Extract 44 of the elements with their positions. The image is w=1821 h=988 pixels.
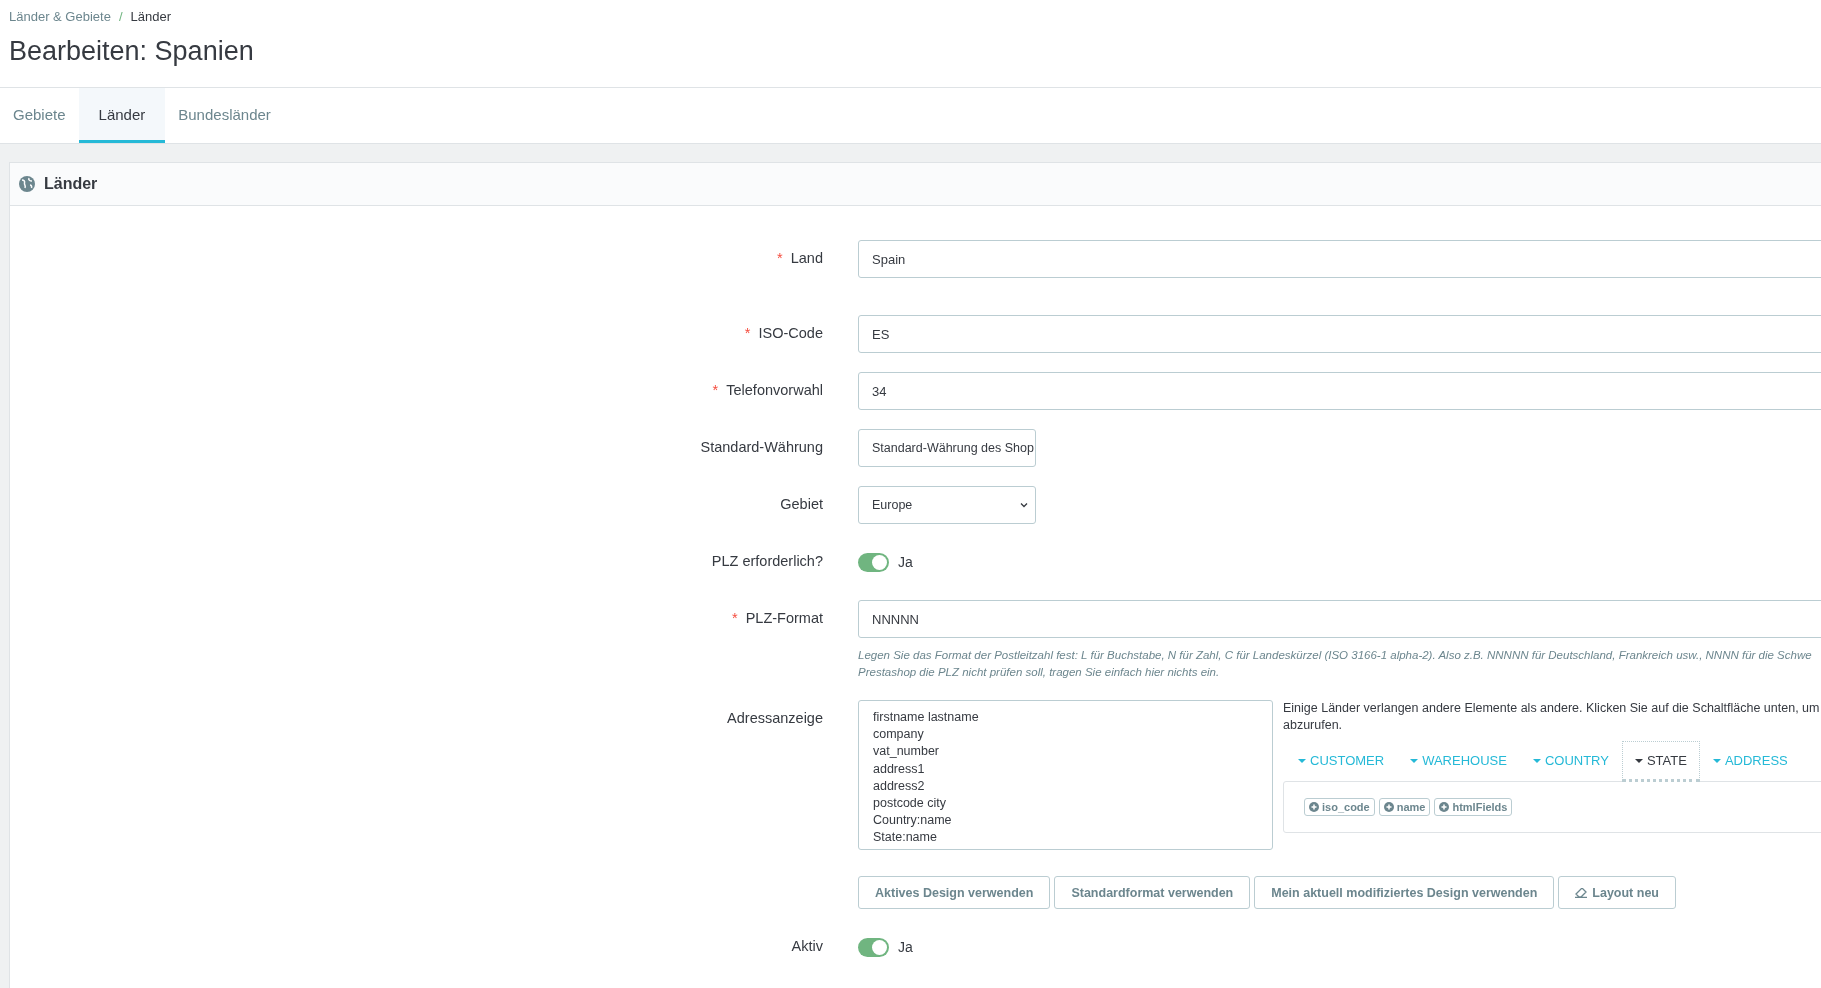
- address-format-field[interactable]: firstname lastname company vat_number address1 address2 postcode city Country:name State:name: [858, 700, 1273, 850]
- layout-button[interactable]: Layout neu: [1558, 876, 1676, 909]
- panel-title: Länder: [44, 175, 98, 193]
- required-mark: *: [732, 610, 738, 626]
- insert-field-button[interactable]: name: [1378, 798, 1431, 816]
- field-label: Standard-Währung: [700, 439, 823, 455]
- breadcrumb-link[interactable]: Länder & Gebiete: [9, 9, 111, 24]
- field-group-tab[interactable]: ADDRESS: [1699, 741, 1801, 779]
- insert-field-button[interactable]: htmlFields: [1434, 798, 1513, 816]
- select-field[interactable]: Europe: [858, 486, 1036, 524]
- help-text: Legen Sie das Format der Postleitzahl fest: L für Buchstabe, N für Zahl, C für Landeskürzel (ISO 3166-1 alpha-2). Also z.B. NNNNN für Deutschland, Frankreich usw., NNNN für die Schwe Prestashop die PLZ nicht prüfen soll, tragen Sie einfach hier nichts ein.: [858, 648, 1813, 680]
- toggle-label: Ja: [898, 554, 913, 570]
- field-group-tab[interactable]: STATE: [1621, 741, 1700, 782]
- field-label: ISO-Code: [758, 325, 823, 341]
- toggle-label: Ja: [898, 939, 913, 955]
- field-label: Adressanzeige: [727, 710, 823, 726]
- text-field[interactable]: ES: [858, 315, 1821, 353]
- field-label: Land: [790, 250, 823, 266]
- field-label: Aktiv: [791, 938, 823, 954]
- field-group-tab[interactable]: WAREHOUSE: [1397, 741, 1520, 779]
- tab[interactable]: Gebiete: [0, 88, 79, 143]
- field-label: Gebiet: [780, 496, 823, 512]
- field-group-tab[interactable]: COUNTRY: [1519, 741, 1622, 779]
- breadcrumb-link[interactable]: Länder: [130, 9, 171, 24]
- required-mark: *: [777, 250, 783, 266]
- field-label: PLZ-Format: [745, 610, 823, 626]
- info-text: Einige Länder verlangen andere Elemente als andere. Klicken Sie auf die Schaltfläche unten, um abzurufen.: [1283, 700, 1821, 734]
- select-field[interactable]: Standard-Währung des Shop: [858, 429, 1036, 467]
- text-field[interactable]: NNNNN: [858, 600, 1821, 638]
- tab[interactable]: Bundesländer: [165, 88, 284, 143]
- required-mark: *: [744, 325, 751, 341]
- layout-button[interactable]: Standardformat verwenden: [1054, 876, 1251, 909]
- page-title: Bearbeiten: Spanien: [9, 36, 255, 67]
- text-field[interactable]: 34: [858, 372, 1821, 410]
- layout-button[interactable]: Aktives Design verwenden: [858, 876, 1051, 909]
- required-mark: *: [712, 382, 719, 398]
- field-label: Telefonvorwahl: [726, 382, 823, 398]
- field-group-tab[interactable]: CUSTOMER: [1285, 741, 1398, 779]
- layout-button[interactable]: Mein aktuell modifiziertes Design verwenden: [1254, 876, 1555, 909]
- breadcrumb-separator: /: [118, 9, 123, 24]
- text-field[interactable]: Spain: [858, 240, 1821, 278]
- field-label: PLZ erforderlich?: [711, 553, 823, 569]
- tab[interactable]: Länder: [78, 88, 166, 143]
- insert-field-button[interactable]: iso_code: [1304, 798, 1375, 816]
